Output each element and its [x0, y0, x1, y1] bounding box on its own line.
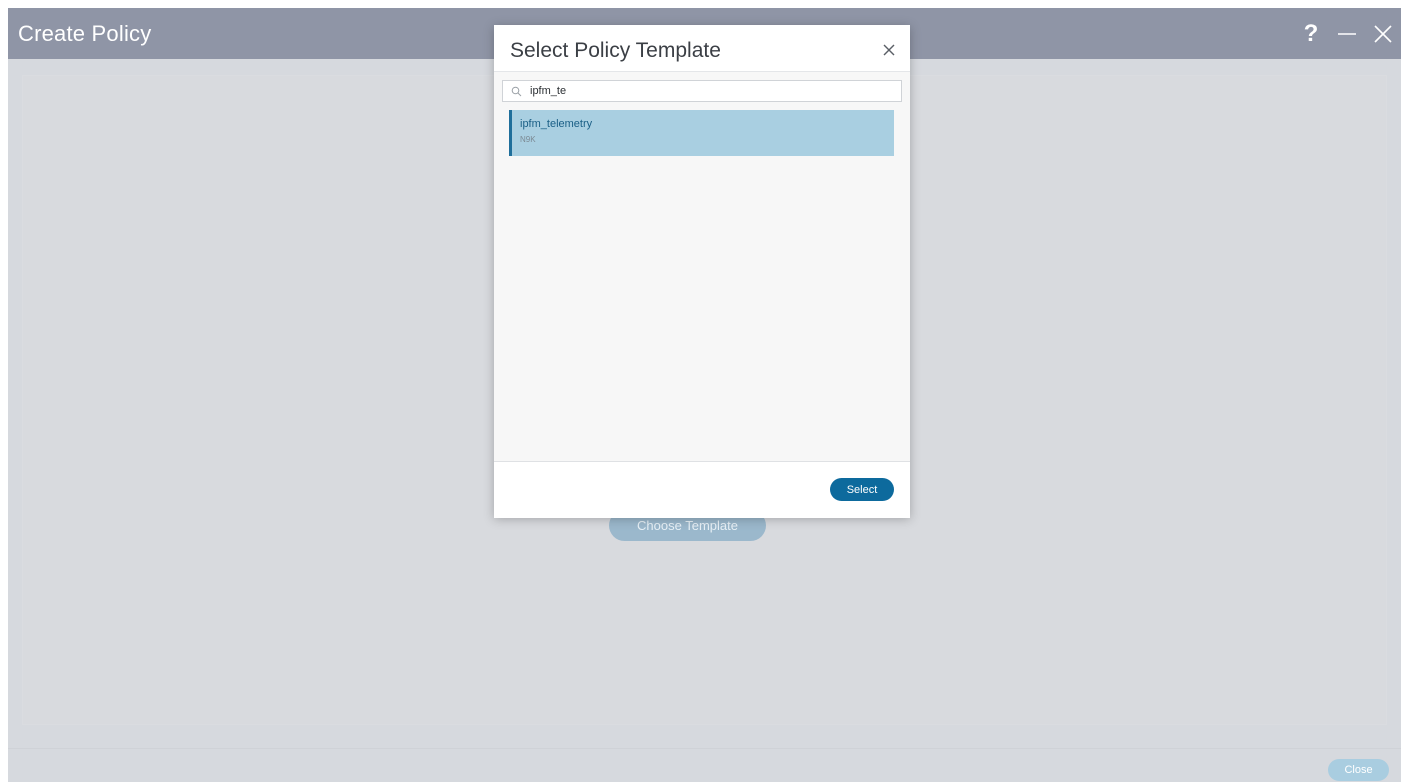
- window-controls: ?: [1293, 8, 1401, 59]
- window-title: Create Policy: [18, 21, 152, 46]
- template-name: ipfm_telemetry: [520, 118, 593, 130]
- dialog-header: Select Policy Template: [494, 25, 910, 72]
- template-list-item[interactable]: ipfm_telemetry N9K: [509, 110, 894, 156]
- close-button[interactable]: Close: [1328, 759, 1389, 781]
- dialog-body: ipfm_telemetry N9K: [494, 72, 910, 461]
- help-icon[interactable]: ?: [1293, 16, 1329, 52]
- search-icon: [506, 81, 526, 101]
- footer-divider: [8, 748, 1401, 749]
- template-search-input[interactable]: [526, 85, 890, 97]
- template-platform: N9K: [520, 135, 536, 144]
- dialog-title: Select Policy Template: [510, 39, 721, 62]
- close-icon[interactable]: [1365, 16, 1401, 52]
- minimize-icon[interactable]: [1329, 16, 1365, 52]
- select-button[interactable]: Select: [830, 478, 894, 501]
- select-policy-template-dialog: Select Policy Template ipfm_telemetry N9…: [494, 25, 910, 518]
- template-search-box[interactable]: [502, 80, 902, 102]
- dialog-close-icon[interactable]: [882, 43, 896, 57]
- dialog-footer: Select: [494, 461, 910, 518]
